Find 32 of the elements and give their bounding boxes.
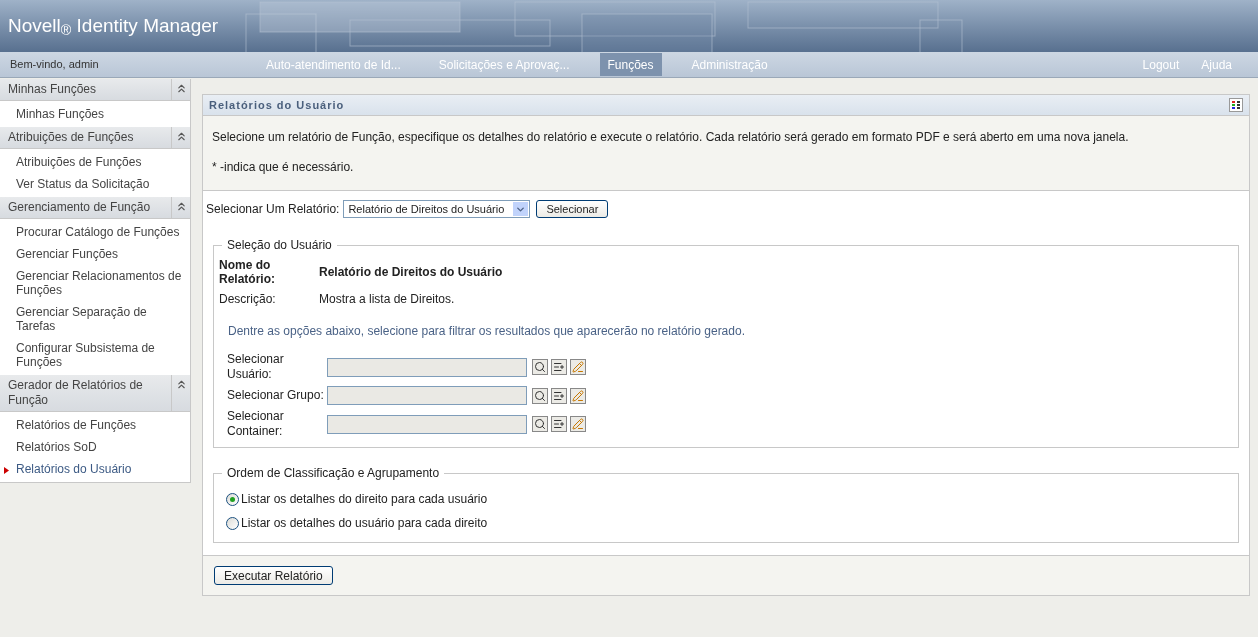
sidebar-item[interactable]: Relatórios do Usuário xyxy=(16,462,132,476)
section-legend: Seleção do Usuário xyxy=(222,236,337,254)
sidebar-item[interactable]: Gerenciar Separação de Tarefas xyxy=(16,305,188,333)
report-name-label: Nome do Relatório: xyxy=(219,258,276,286)
sidebar-item[interactable]: Gerenciar Funções xyxy=(16,247,119,261)
sidebar-item[interactable]: Configurar Subsistema de Funções xyxy=(16,341,188,369)
radio-label: Listar os detalhes do direito para cada usuário xyxy=(241,491,488,508)
panel-title: Relatórios do Usuário xyxy=(209,97,345,113)
sidebar-item[interactable]: Atribuições de Funções xyxy=(16,155,142,169)
section-legend: Ordem de Classificação e Agrupamento xyxy=(222,464,445,482)
sidebar-item[interactable]: Ver Status da Solicitação xyxy=(16,177,150,191)
intro-text: Selecione um relatório de Função, especifique os detalhes do relatório e execute o relatório. Cada relatório será gerado em formato PDF e será aberto em uma nova janela. xyxy=(212,129,1130,146)
report-dropdown[interactable]: Relatório de Direitos do Usuário xyxy=(343,200,531,218)
field-label: Selecionar Usuário: xyxy=(226,352,285,382)
sidebar-item[interactable]: Gerenciar Relacionamentos de Funções xyxy=(16,269,188,297)
sidebar-item[interactable]: Relatórios de Funções xyxy=(16,418,137,432)
report-select-label: Selecionar Um Relatório: xyxy=(206,201,340,218)
sidebar-item[interactable]: Procurar Catálogo de Funções xyxy=(16,225,180,239)
welcome-text: Bem-vindo, admin xyxy=(10,57,99,73)
filter-hint: Dentre as opções abaixo, selecione para filtrar os resultados que aparecerão no relatório gerado. xyxy=(228,323,746,340)
description-value: Mostra a lista de Direitos. xyxy=(319,291,456,308)
field-label: Selecionar Grupo: xyxy=(226,388,325,403)
sidebar-item[interactable]: Minhas Funções xyxy=(16,107,105,121)
app-title: Novell$_{®}$ Identity Manager xyxy=(8,13,219,41)
select-button[interactable]: Selecionar xyxy=(536,200,609,218)
description-label: Descrição: xyxy=(219,291,277,308)
radio-label: Listar os detalhes do usuário para cada direito xyxy=(241,515,488,532)
required-note: * -indica que é necessário. xyxy=(212,159,355,176)
run-report-button[interactable]: Executar Relatório xyxy=(214,566,333,585)
report-name-value: Relatório de Direitos do Usuário xyxy=(319,264,504,281)
sidebar-item[interactable]: Relatórios SoD xyxy=(16,440,97,454)
field-label: Selecionar Container: xyxy=(226,409,285,439)
